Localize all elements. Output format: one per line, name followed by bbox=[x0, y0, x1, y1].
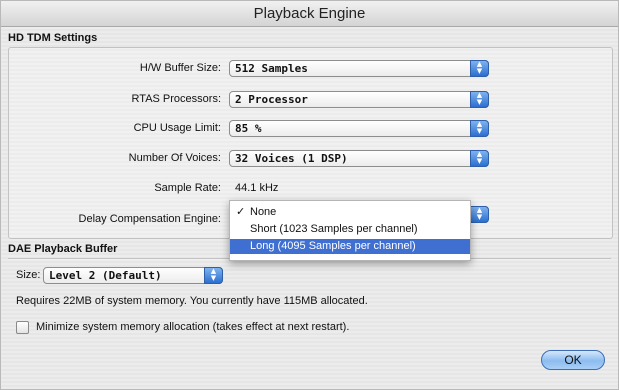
sample-rate-value: 44.1 kHz bbox=[235, 182, 279, 194]
updown-arrows-icon: ▲ ▼ bbox=[470, 60, 489, 77]
updown-arrows-icon: ▲ ▼ bbox=[470, 120, 489, 137]
number-of-voices-label: Number Of Voices: bbox=[128, 152, 221, 164]
number-of-voices-value: 32 Voices (1 DSP) bbox=[235, 152, 348, 165]
menu-item-label: None bbox=[250, 206, 277, 218]
hd-tdm-section-label: HD TDM Settings bbox=[8, 32, 98, 44]
checkmark-icon: ✓ bbox=[236, 206, 246, 218]
playback-engine-dialog: Playback Engine HD TDM Settings H/W Buff… bbox=[0, 0, 619, 390]
rtas-processors-popup[interactable]: 2 Processor ▲ ▼ bbox=[229, 91, 489, 108]
dae-section-label: DAE Playback Buffer bbox=[8, 243, 118, 255]
updown-arrows-icon: ▲ ▼ bbox=[470, 150, 489, 167]
menu-item-none[interactable]: ✓ None bbox=[230, 205, 470, 220]
dae-size-label: Size: bbox=[16, 269, 41, 281]
hw-buffer-size-label: H/W Buffer Size: bbox=[139, 62, 221, 74]
ok-button[interactable]: OK bbox=[541, 350, 605, 370]
cpu-usage-limit-popup[interactable]: 85 % ▲ ▼ bbox=[229, 120, 489, 137]
hw-buffer-size-value: 512 Samples bbox=[235, 62, 308, 75]
cpu-usage-limit-value: 85 % bbox=[235, 122, 262, 135]
memory-requirement-text: Requires 22MB of system memory. You curr… bbox=[16, 295, 368, 307]
rtas-processors-label: RTAS Processors: bbox=[131, 93, 221, 105]
dae-size-popup[interactable]: Level 2 (Default) ▲ ▼ bbox=[43, 267, 223, 284]
updown-arrows-icon: ▲ ▼ bbox=[204, 267, 223, 284]
number-of-voices-popup[interactable]: 32 Voices (1 DSP) ▲ ▼ bbox=[229, 150, 489, 167]
updown-arrows-icon: ▲ ▼ bbox=[470, 91, 489, 108]
dae-size-value: Level 2 (Default) bbox=[49, 269, 162, 282]
rtas-processors-value: 2 Processor bbox=[235, 93, 308, 106]
sample-rate-label: Sample Rate: bbox=[154, 182, 221, 194]
window-title: Playback Engine bbox=[1, 1, 618, 27]
menu-item-label: Long (4095 Samples per channel) bbox=[250, 240, 416, 252]
updown-arrows-icon: ▲ ▼ bbox=[470, 206, 489, 223]
menu-item-label: Short (1023 Samples per channel) bbox=[250, 223, 418, 235]
minimize-memory-checkbox[interactable] bbox=[16, 321, 29, 334]
delay-compensation-menu: ✓ None Short (1023 Samples per channel) … bbox=[229, 200, 471, 261]
delay-compensation-label: Delay Compensation Engine: bbox=[78, 213, 221, 225]
minimize-memory-label: Minimize system memory allocation (takes… bbox=[36, 321, 350, 333]
hw-buffer-size-popup[interactable]: 512 Samples ▲ ▼ bbox=[229, 60, 489, 77]
cpu-usage-limit-label: CPU Usage Limit: bbox=[133, 122, 221, 134]
menu-item-short[interactable]: Short (1023 Samples per channel) bbox=[230, 222, 470, 237]
menu-item-long[interactable]: Long (4095 Samples per channel) bbox=[230, 239, 470, 254]
